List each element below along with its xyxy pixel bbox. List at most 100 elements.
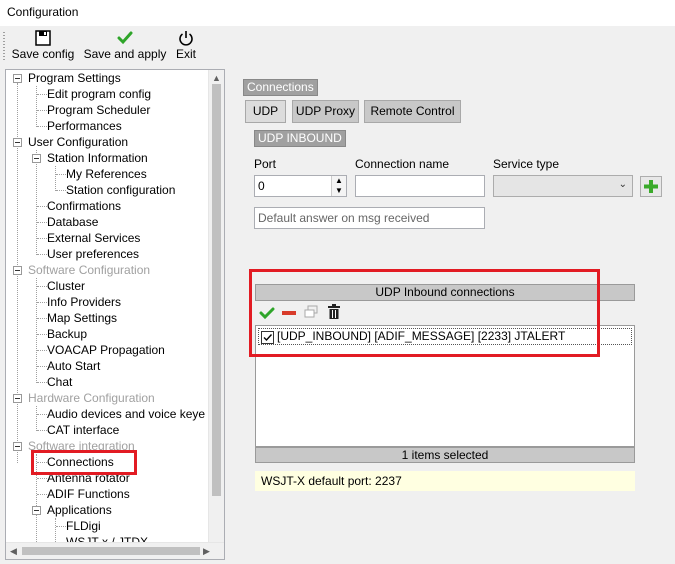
service-type-select[interactable]: ⌄ [493,175,633,197]
connection-name-label: Connection name [355,157,450,171]
tree-item-map-settings[interactable]: Map Settings [47,310,117,326]
tree-line [36,406,37,431]
add-connection-button[interactable] [640,176,662,197]
tree-vertical-scroll-thumb[interactable] [212,84,221,496]
scroll-up-icon[interactable]: ▲ [212,73,221,83]
tree-horizontal-scroll-thumb[interactable] [22,547,200,555]
collapse-toggle-icon[interactable] [32,154,41,163]
tree-item-user-configuration[interactable]: User Configuration [28,134,128,150]
toolbar-grip[interactable] [3,32,5,60]
tree-horizontal-scrollbar[interactable]: ◀ ▶ [6,542,224,559]
tree-line [37,318,47,319]
tree-line [55,166,56,191]
save-and-apply-label: Save and apply [83,47,167,61]
tree-line [37,94,47,95]
save-config-button[interactable]: Save config [10,29,76,63]
stepper-down-icon[interactable]: ▼ [335,186,343,196]
tree-line [37,254,47,255]
collapse-toggle-icon[interactable] [32,506,41,515]
grid-footer: 1 items selected [255,447,635,463]
exit-button[interactable]: Exit [172,29,200,63]
tree-line [37,126,47,127]
tree-item-fldigi[interactable]: FLDigi [66,518,101,534]
tree-item-applications[interactable]: Applications [47,502,112,518]
port-stepper[interactable]: ▲ ▼ [331,176,346,196]
info-bar: WSJT-X default port: 2237 [255,471,635,491]
tree-line [37,494,47,495]
plus-icon [644,180,658,193]
tree-item-program-settings[interactable]: Program Settings [28,70,121,86]
scroll-left-icon[interactable]: ◀ [10,546,17,556]
tree-line [36,86,37,127]
service-type-label: Service type [493,157,560,171]
tree-item-cluster[interactable]: Cluster [47,278,85,294]
exit-label: Exit [175,47,196,61]
tree-item-database[interactable]: Database [47,214,98,230]
tree-line [56,190,66,191]
collapse-toggle-icon[interactable] [13,266,22,275]
default-answer-input[interactable]: Default answer on msg received [254,207,485,229]
tab-remote-control[interactable]: Remote Control [364,100,461,123]
tree-item-performances[interactable]: Performances [47,118,122,134]
tree-vertical-scrollbar[interactable]: ▲ [208,70,224,542]
tree-line [37,238,47,239]
port-label: Port [254,157,277,171]
port-value: 0 [258,179,265,193]
tree-item-backup[interactable]: Backup [47,326,87,342]
tree-item-station-configuration[interactable]: Station configuration [66,182,175,198]
tree-item-confirmations[interactable]: Confirmations [47,198,121,214]
tree-item-auto-start[interactable]: Auto Start [47,358,100,374]
tab-udp-proxy[interactable]: UDP Proxy [292,100,359,123]
tree-item-user-preferences[interactable]: User preferences [47,246,139,262]
tree-line [36,150,37,255]
highlight-box [31,450,137,475]
tab-udp[interactable]: UDP [245,100,286,123]
tree-item-software-configuration[interactable]: Software Configuration [28,262,150,278]
tree-line [37,286,47,287]
tree-item-info-providers[interactable]: Info Providers [47,294,121,310]
collapse-toggle-icon[interactable] [13,394,22,403]
tree-line [56,526,66,527]
stepper-up-icon[interactable]: ▲ [335,176,343,186]
connection-name-input[interactable] [355,175,485,197]
tree-line [37,222,47,223]
tree-line [37,414,47,415]
tree-line [37,478,47,479]
tree-line [37,110,47,111]
tree-item-chat[interactable]: Chat [47,374,72,390]
udp-inbound-label: UDP INBOUND [254,130,346,147]
tree-item-adif-functions[interactable]: ADIF Functions [47,486,130,502]
tree-item-hardware-configuration[interactable]: Hardware Configuration [28,390,155,406]
tree-line [55,518,56,542]
tree-line [37,430,47,431]
tree-item-edit-program-config[interactable]: Edit program config [47,86,151,102]
tree-item-cat-interface[interactable]: CAT interface [47,422,119,438]
tree-item-station-information[interactable]: Station Information [47,150,148,166]
tree-item-program-scheduler[interactable]: Program Scheduler [47,102,150,118]
floppy-disk-icon [35,30,51,46]
highlight-box [249,269,600,357]
tree-line [37,206,47,207]
title-bar: Configuration [0,0,675,26]
power-icon [179,31,193,46]
tree-item-wsjtx-jtdx[interactable]: WSJT-x / JTDX [66,534,148,542]
settings-tree[interactable]: Program Settings Edit program config Pro… [5,69,225,560]
collapse-toggle-icon[interactable] [13,138,22,147]
save-and-apply-button[interactable]: Save and apply [82,29,168,63]
scroll-right-icon[interactable]: ▶ [203,546,210,556]
tree-line [56,174,66,175]
toolbar: Save config Save and apply Exit [0,26,675,66]
tree-line [37,382,47,383]
port-spinbox[interactable]: 0 ▲ ▼ [254,175,347,197]
tree-line [37,350,47,351]
tree-item-voacap-propagation[interactable]: VOACAP Propagation [47,342,165,358]
tree-item-my-references[interactable]: My References [66,166,147,182]
collapse-toggle-icon[interactable] [13,442,22,451]
tree-item-external-services[interactable]: External Services [47,230,140,246]
tree-line [37,302,47,303]
tree-line [37,366,47,367]
tree-item-audio-devices[interactable]: Audio devices and voice keye [47,406,205,422]
save-config-label: Save config [11,47,75,61]
collapse-toggle-icon[interactable] [13,74,22,83]
window-title: Configuration [7,5,79,19]
